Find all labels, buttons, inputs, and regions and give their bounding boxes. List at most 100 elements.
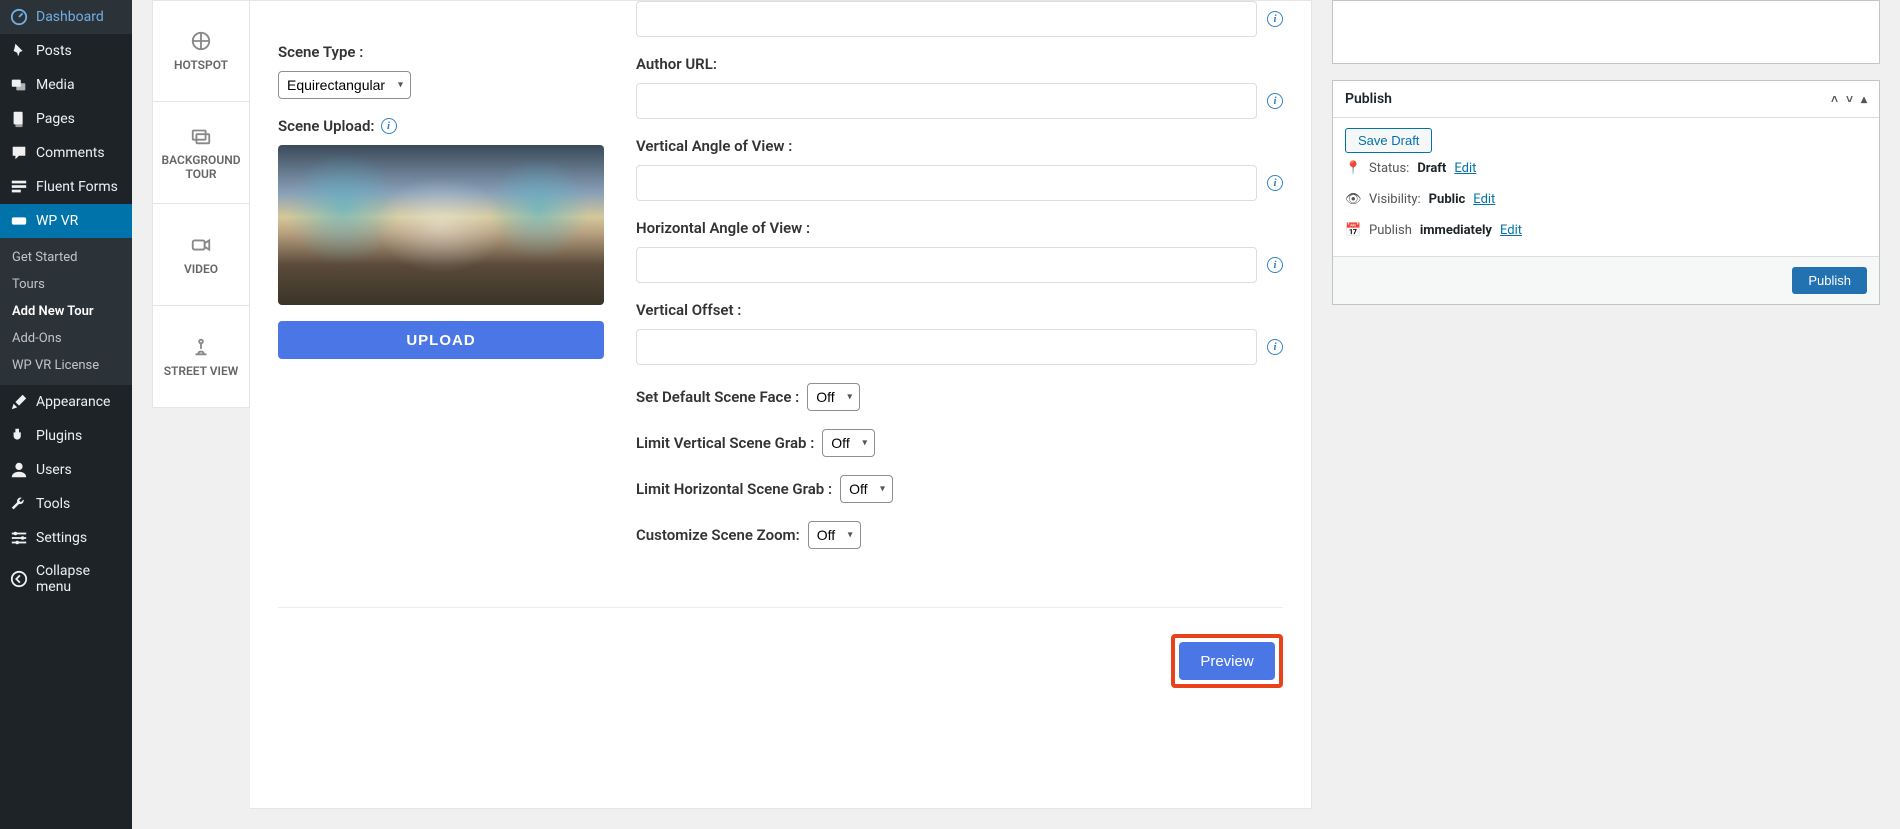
publish-button[interactable]: Publish — [1792, 267, 1867, 294]
comments-icon — [10, 144, 28, 162]
status-edit-link[interactable]: Edit — [1454, 161, 1476, 176]
editor-vertical-tabs: HOTSPOT BACKGROUND TOUR VIDEO STREET VIE… — [152, 0, 250, 809]
user-icon — [10, 461, 28, 479]
scene-preview-image — [278, 145, 604, 305]
sidebar-sub-getstarted[interactable]: Get Started — [0, 244, 132, 271]
preview-button[interactable]: Preview — [1179, 642, 1275, 680]
tab-hotspot[interactable]: HOTSPOT — [152, 0, 250, 102]
sidebar-label: Media — [36, 77, 75, 93]
horizontal-angle-label: Horizontal Angle of View : — [636, 219, 1283, 237]
preview-highlight: Preview — [1171, 634, 1283, 688]
tab-video[interactable]: VIDEO — [152, 204, 250, 306]
sidebar-item-users[interactable]: Users — [0, 453, 132, 487]
horizontal-angle-input[interactable] — [636, 247, 1257, 283]
scene-type-select[interactable]: Equirectangular — [278, 71, 411, 99]
vertical-offset-label: Vertical Offset : — [636, 301, 1283, 319]
hotspot-icon — [190, 30, 212, 52]
default-face-select[interactable]: Off — [807, 383, 860, 411]
tab-label: BACKGROUND TOUR — [161, 153, 241, 181]
status-value: Draft — [1417, 161, 1446, 176]
sidebar-item-wpvr[interactable]: WP VR — [0, 204, 132, 238]
sidebar-item-appearance[interactable]: Appearance — [0, 385, 132, 419]
sidebar-label: Tools — [36, 496, 70, 512]
tab-street-view[interactable]: STREET VIEW — [152, 306, 250, 408]
sidebar-label: Settings — [36, 530, 87, 546]
scene-upload-label: Scene Upload: i — [278, 117, 604, 135]
plug-icon — [10, 427, 28, 445]
sidebar-submenu: Get Started Tours Add New Tour Add-Ons W… — [0, 238, 132, 385]
calendar-icon: 📅 — [1345, 223, 1361, 238]
sidebar-label: Dashboard — [36, 9, 104, 25]
sidebar-item-media[interactable]: Media — [0, 68, 132, 102]
publish-title: Publish — [1345, 91, 1392, 107]
sidebar-label: Appearance — [36, 394, 110, 410]
visibility-value: Public — [1429, 192, 1466, 207]
sidebar-label: Collapse menu — [36, 563, 122, 595]
tab-label: STREET VIEW — [164, 364, 239, 378]
info-icon[interactable]: i — [1267, 175, 1283, 191]
pages-icon — [10, 110, 28, 128]
limit-vertical-grab-label: Limit Vertical Scene Grab : — [636, 434, 814, 452]
publish-edit-link[interactable]: Edit — [1500, 223, 1522, 238]
publish-box: Publish ˄ ˅ ▴ Save Draft 📍 Status: Draft… — [1332, 80, 1880, 305]
vertical-angle-input[interactable] — [636, 165, 1257, 201]
publish-top-box — [1332, 0, 1880, 64]
sidebar-item-comments[interactable]: Comments — [0, 136, 132, 170]
sidebar-label: Pages — [36, 111, 75, 127]
sidebar-sub-license[interactable]: WP VR License — [0, 352, 132, 379]
panel-up-icon[interactable]: ˄ — [1831, 92, 1838, 106]
admin-sidebar: Dashboard Posts Media Pages Comments Flu… — [0, 0, 132, 829]
media-icon — [10, 76, 28, 94]
panel-toggle-icon[interactable]: ▴ — [1861, 92, 1867, 106]
publish-value: immediately — [1420, 223, 1492, 238]
vertical-offset-input[interactable] — [636, 329, 1257, 365]
info-icon[interactable]: i — [381, 118, 397, 134]
sliders-icon — [10, 529, 28, 547]
info-icon[interactable]: i — [1267, 257, 1283, 273]
customize-zoom-select[interactable]: Off — [808, 521, 861, 549]
sidebar-item-collapse[interactable]: Collapse menu — [0, 555, 132, 603]
sidebar-label: Plugins — [36, 428, 82, 444]
publish-label: Publish — [1369, 223, 1412, 238]
sidebar-sub-addons[interactable]: Add-Ons — [0, 325, 132, 352]
customize-zoom-label: Customize Scene Zoom: — [636, 526, 800, 544]
sidebar-item-dashboard[interactable]: Dashboard — [0, 0, 132, 34]
default-face-label: Set Default Scene Face : — [636, 388, 799, 406]
sidebar-sub-addnewtour[interactable]: Add New Tour — [0, 298, 132, 325]
tab-label: VIDEO — [184, 262, 218, 276]
top-input[interactable] — [636, 1, 1257, 37]
sidebar-sub-tours[interactable]: Tours — [0, 271, 132, 298]
sidebar-label: Users — [36, 462, 72, 478]
eye-icon: 👁 — [1345, 192, 1361, 207]
sidebar-label: Comments — [36, 145, 105, 161]
sidebar-item-plugins[interactable]: Plugins — [0, 419, 132, 453]
sidebar-item-tools[interactable]: Tools — [0, 487, 132, 521]
vr-icon — [10, 212, 28, 230]
upload-button[interactable]: UPLOAD — [278, 321, 604, 359]
limit-horizontal-grab-select[interactable]: Off — [840, 475, 893, 503]
tab-background-tour[interactable]: BACKGROUND TOUR — [152, 102, 250, 204]
scene-type-label: Scene Type : — [278, 43, 604, 61]
author-url-input[interactable] — [636, 83, 1257, 119]
video-icon — [190, 234, 212, 256]
dashboard-icon — [10, 8, 28, 26]
info-icon[interactable]: i — [1267, 339, 1283, 355]
info-icon[interactable]: i — [1267, 93, 1283, 109]
info-icon[interactable]: i — [1267, 11, 1283, 27]
sidebar-label: WP VR — [36, 213, 78, 229]
sidebar-item-pages[interactable]: Pages — [0, 102, 132, 136]
sidebar-item-settings[interactable]: Settings — [0, 521, 132, 555]
street-view-icon — [190, 336, 212, 358]
save-draft-button[interactable]: Save Draft — [1345, 128, 1432, 153]
author-url-label: Author URL: — [636, 55, 1283, 73]
sidebar-item-fluentforms[interactable]: Fluent Forms — [0, 170, 132, 204]
sidebar-label: Fluent Forms — [36, 179, 118, 195]
collapse-icon — [10, 570, 28, 588]
sidebar-item-posts[interactable]: Posts — [0, 34, 132, 68]
limit-vertical-grab-select[interactable]: Off — [822, 429, 875, 457]
vertical-angle-label: Vertical Angle of View : — [636, 137, 1283, 155]
visibility-edit-link[interactable]: Edit — [1473, 192, 1495, 207]
pin-icon — [10, 42, 28, 60]
limit-horizontal-grab-label: Limit Horizontal Scene Grab : — [636, 480, 832, 498]
panel-down-icon[interactable]: ˅ — [1846, 92, 1853, 106]
